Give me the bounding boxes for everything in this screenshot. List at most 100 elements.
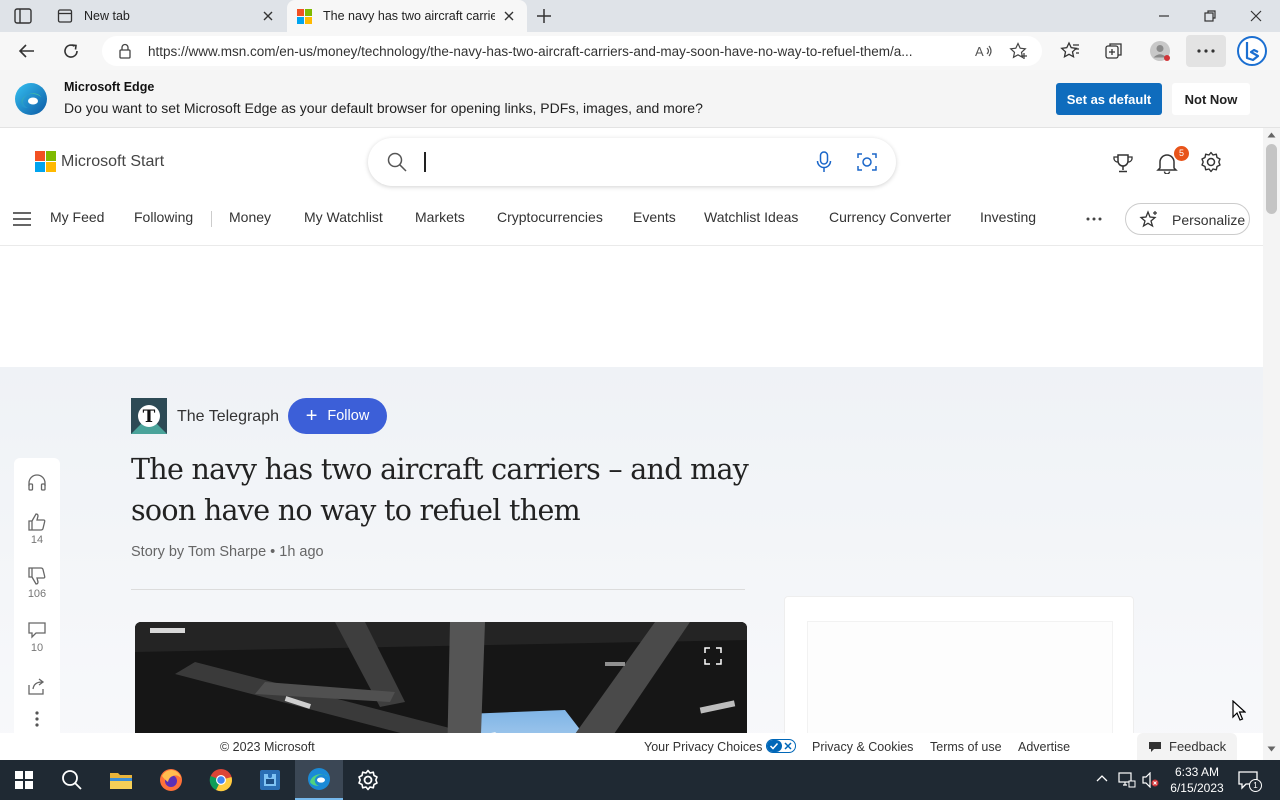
profile-avatar-icon[interactable] (1149, 40, 1171, 62)
footer-copyright: © 2023 Microsoft (220, 740, 315, 754)
dislike-thumb-down-icon[interactable] (28, 567, 46, 585)
refresh-icon[interactable] (62, 42, 80, 60)
feedback-label: Feedback (1169, 739, 1227, 754)
nav-divider (211, 211, 212, 227)
url-text[interactable]: https://www.msn.com/en-us/money/technolo… (148, 44, 966, 59)
edge-taskbar-icon[interactable] (295, 760, 343, 800)
minimize-icon[interactable] (1156, 9, 1172, 23)
feedback-icon (1149, 742, 1161, 753)
footer-terms-link[interactable]: Terms of use (930, 740, 1002, 754)
app-puzzle-icon[interactable] (246, 760, 294, 800)
chrome-icon[interactable] (197, 760, 245, 800)
telegraph-logo-icon[interactable]: T (131, 398, 167, 434)
hamburger-menu-icon[interactable] (13, 212, 31, 226)
firefox-icon[interactable] (147, 760, 195, 800)
nav-item-currency-converter[interactable]: Currency Converter (829, 209, 951, 225)
action-center-icon[interactable]: 1 (1238, 770, 1262, 792)
feedback-button[interactable]: Feedback (1137, 733, 1237, 760)
action-center-badge: 1 (1249, 779, 1262, 792)
collections-icon[interactable] (1104, 41, 1124, 61)
tab-actions-icon[interactable] (14, 8, 32, 24)
personalize-label: Personalize (1172, 212, 1246, 228)
settings-taskbar-icon[interactable] (344, 760, 392, 800)
fullscreen-icon[interactable] (704, 647, 722, 665)
close-tab-icon[interactable] (260, 8, 276, 24)
more-dots-icon (1197, 49, 1215, 53)
network-icon[interactable] (1118, 772, 1136, 788)
close-tab-icon[interactable] (501, 8, 517, 24)
tray-chevron-up-icon[interactable] (1096, 774, 1108, 782)
footer-advertise-link[interactable]: Advertise (1018, 740, 1070, 754)
article-byline: Story by Tom Sharpe • 1h ago (131, 544, 324, 560)
footer-privacy-cookies-link[interactable]: Privacy & Cookies (812, 740, 913, 754)
back-arrow-icon[interactable] (18, 42, 36, 60)
rewards-trophy-icon[interactable] (1112, 152, 1134, 174)
edge-logo-icon (14, 82, 48, 116)
share-icon[interactable] (28, 677, 46, 695)
new-tab-plus-icon[interactable] (535, 7, 553, 25)
notifications-bell-icon[interactable]: 5 (1156, 146, 1189, 174)
set-as-default-button[interactable]: Set as default (1056, 83, 1162, 115)
search-box[interactable] (368, 138, 896, 186)
svg-text:T: T (143, 407, 156, 427)
clock-date: 6/15/2023 (1170, 781, 1224, 795)
bing-chat-icon[interactable] (1236, 35, 1268, 67)
nav-item-investing[interactable]: Investing (980, 209, 1036, 225)
listen-headphones-icon[interactable] (27, 473, 47, 491)
nav-item-markets[interactable]: Markets (415, 209, 465, 225)
mouse-pointer-icon (1232, 700, 1246, 722)
tab-article[interactable]: The navy has two aircraft carriers – and… (287, 0, 527, 32)
comment-icon[interactable] (28, 621, 46, 639)
nav-item-cryptocurrencies[interactable]: Cryptocurrencies (497, 209, 603, 225)
svg-text:A: A (975, 44, 984, 59)
clock-time: 6:33 AM (1174, 765, 1220, 779)
publisher-name[interactable]: The Telegraph (177, 408, 279, 426)
nav-more-icon[interactable] (1086, 217, 1102, 221)
restore-icon[interactable] (1202, 8, 1218, 24)
settings-gear-icon[interactable] (1200, 151, 1222, 173)
read-aloud-icon[interactable]: A (975, 43, 993, 59)
personalize-button[interactable]: Personalize (1125, 203, 1250, 235)
sparkle-star-icon (1139, 210, 1159, 230)
lock-icon[interactable] (118, 43, 132, 59)
scroll-up-arrow-icon[interactable] (1267, 132, 1276, 138)
like-thumb-up-icon[interactable] (28, 513, 46, 531)
tab-new-tab[interactable]: New tab (46, 0, 286, 32)
article-area: T The Telegraph + Follow The navy has tw… (0, 367, 1263, 760)
nav-item-my-watchlist[interactable]: My Watchlist (304, 209, 383, 225)
nav-item-money[interactable]: Money (229, 209, 271, 225)
nav-item-watchlist-ideas[interactable]: Watchlist Ideas (704, 209, 798, 225)
page-scrollbar[interactable] (1263, 128, 1280, 760)
system-clock[interactable]: 6:33 AM 6/15/2023 (1162, 764, 1232, 796)
microsoft-start-logo[interactable]: Microsoft Start (35, 151, 164, 172)
nav-item-my-feed[interactable]: My Feed (50, 209, 104, 225)
not-now-button[interactable]: Not Now (1172, 83, 1250, 115)
more-options-icon[interactable] (35, 711, 39, 727)
address-bar[interactable]: https://www.msn.com/en-us/money/technolo… (102, 36, 1042, 66)
windows-taskbar: 6:33 AM 6/15/2023 1 (0, 760, 1280, 800)
comment-count: 10 (30, 642, 44, 654)
settings-and-more-button[interactable] (1186, 35, 1226, 67)
scrollbar-thumb[interactable] (1266, 144, 1277, 214)
tab-strip: New tab The navy has two aircraft carrie… (0, 0, 1280, 32)
microsoft-logo-icon (35, 151, 56, 172)
start-windows-icon[interactable] (0, 760, 48, 800)
nav-item-events[interactable]: Events (633, 209, 676, 225)
add-favorite-icon[interactable] (1009, 42, 1029, 60)
file-explorer-icon[interactable] (97, 760, 145, 800)
dislike-count: 106 (27, 588, 47, 600)
follow-label: Follow (327, 408, 370, 424)
search-taskbar-icon[interactable] (48, 760, 96, 800)
footer-privacy-choices-link[interactable]: Your Privacy Choices (644, 740, 762, 754)
privacy-toggle-icon[interactable] (766, 739, 796, 753)
engagement-rail: 14 106 10 (14, 458, 60, 748)
favorites-icon[interactable] (1060, 41, 1080, 61)
close-window-icon[interactable] (1248, 8, 1264, 24)
nav-item-following[interactable]: Following (134, 209, 193, 225)
search-icon (387, 152, 407, 172)
volume-muted-icon[interactable] (1142, 772, 1160, 788)
scroll-down-arrow-icon[interactable] (1267, 746, 1276, 752)
microphone-icon[interactable] (816, 151, 832, 173)
visual-search-icon[interactable] (857, 152, 877, 172)
follow-button[interactable]: + Follow (288, 398, 387, 434)
